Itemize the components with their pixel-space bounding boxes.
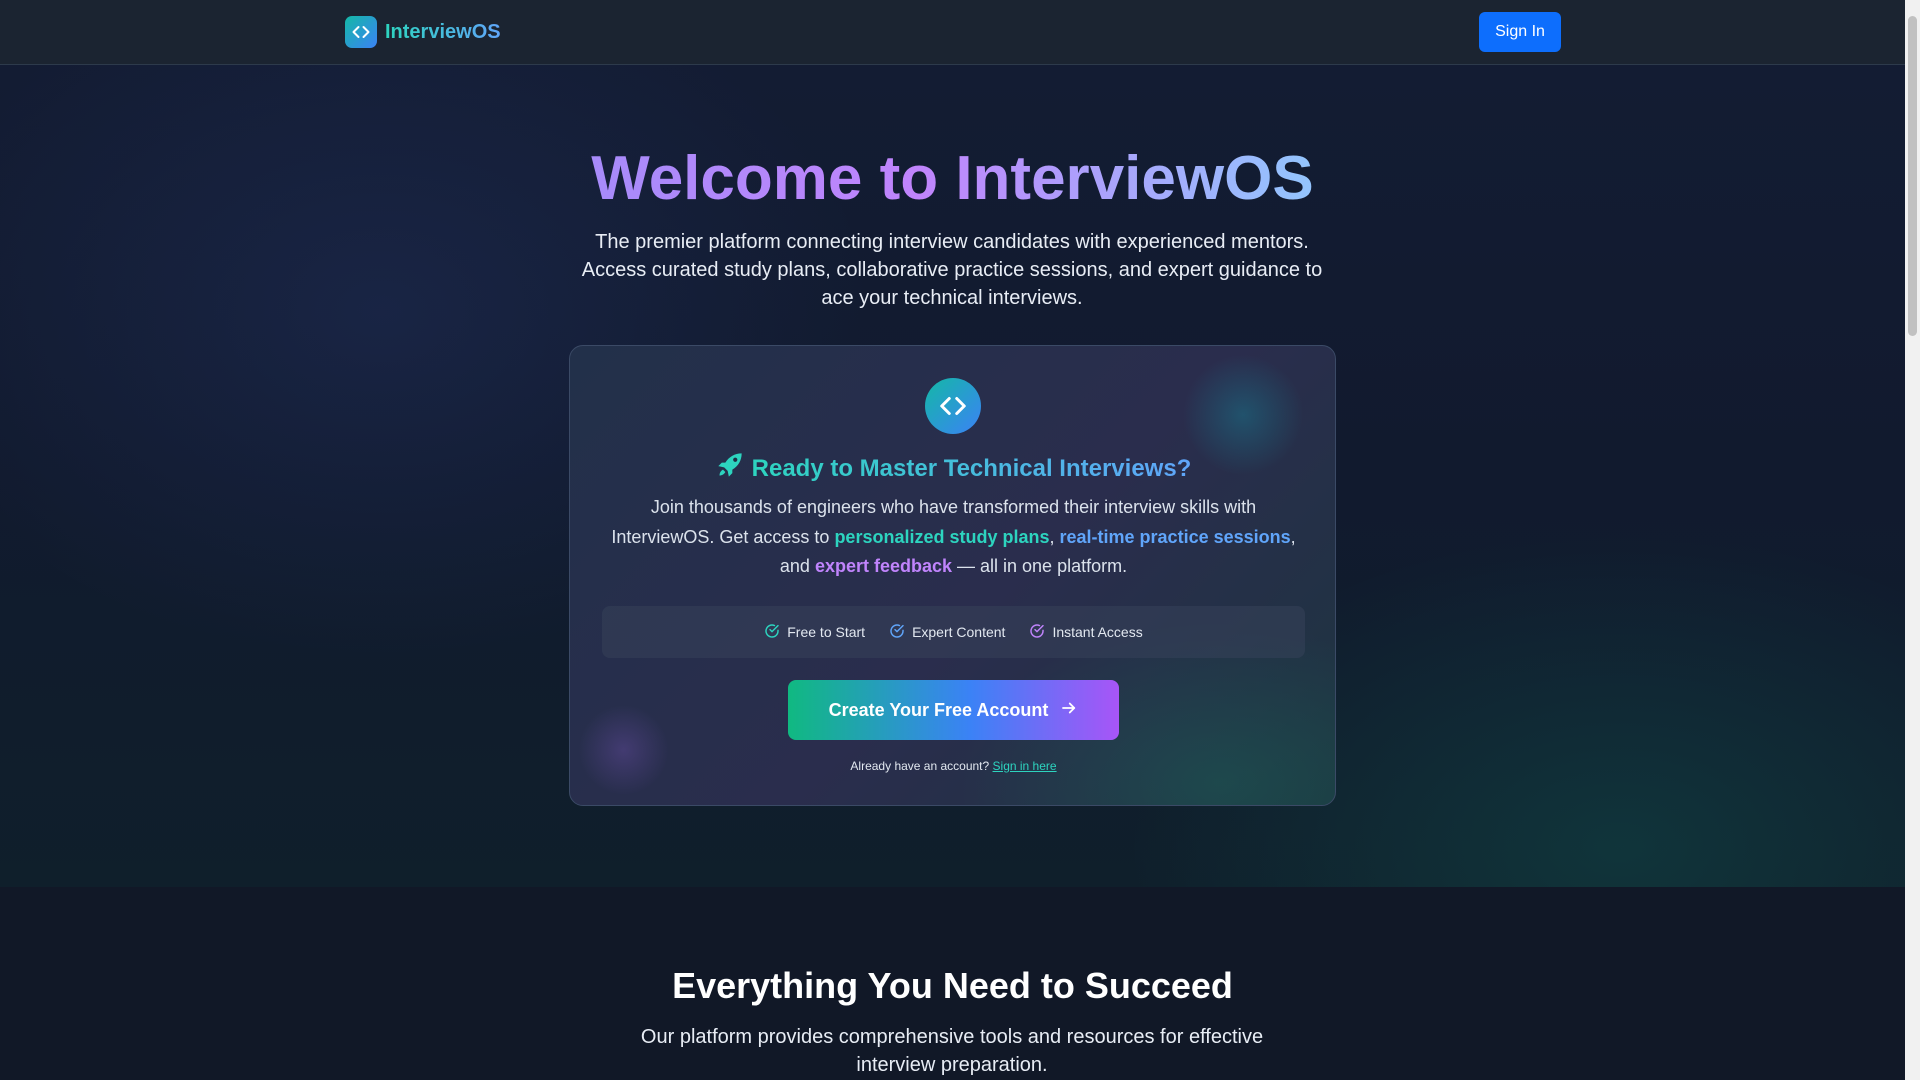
code-brackets-icon <box>345 16 377 48</box>
feature-item: Instant Access <box>1029 623 1143 642</box>
features-subtitle: Our platform provides comprehensive tool… <box>640 1026 1264 1076</box>
signin-prompt: Already have an account? Sign in here <box>570 759 1335 773</box>
card-heading-text: Ready to Master Technical Interviews? <box>751 455 1192 482</box>
page-scrollbar[interactable] <box>1905 0 1920 1080</box>
feature-label: Instant Access <box>1052 624 1143 640</box>
feature-label: Expert Content <box>912 624 1006 640</box>
hero-title-text: Welcome to InterviewOS <box>591 144 1314 213</box>
card-desc-text: — all in one platform. <box>952 556 1128 576</box>
check-circle-icon <box>764 623 780 642</box>
navbar: InterviewOS Sign In <box>0 0 1905 65</box>
navbar-inner: InterviewOS Sign In <box>345 0 1561 64</box>
features-section: Everything You Need to Succeed Our platf… <box>0 887 1905 1080</box>
sign-in-button[interactable]: Sign In <box>1479 12 1561 52</box>
signin-prompt-text: Already have an account? <box>850 759 990 773</box>
check-circle-icon <box>1029 623 1045 642</box>
check-circle-icon <box>889 623 905 642</box>
card-desc-separator: , <box>1049 526 1060 547</box>
page: InterviewOS Sign In Welcome to Interview… <box>0 0 1905 1080</box>
code-brackets-icon <box>925 378 981 434</box>
highlight-practice-sessions: real-time practice sessions <box>1059 526 1291 547</box>
feature-label: Free to Start <box>787 624 866 640</box>
create-account-button[interactable]: Create Your Free Account <box>788 680 1119 740</box>
brand-link[interactable]: InterviewOS <box>345 16 501 48</box>
features-title: Everything You Need to Succeed <box>672 965 1233 1006</box>
feature-checklist: Free to Start Expert Content Instant Acc… <box>602 606 1305 658</box>
create-account-label: Create Your Free Account <box>828 699 1049 720</box>
sign-in-link[interactable]: Sign in here <box>993 759 1057 773</box>
hero-title: Welcome to InterviewOS <box>0 141 1905 217</box>
highlight-study-plans: personalized study plans <box>834 526 1050 547</box>
rocket-icon <box>716 451 744 487</box>
card-description: Join thousands of engineers who have tra… <box>602 493 1305 582</box>
hero-section: Welcome to InterviewOS The premier platf… <box>0 65 1905 887</box>
hero-subtitle: The premier platform connecting intervie… <box>581 231 1323 309</box>
signup-card: Ready to Master Technical Interviews? Jo… <box>569 345 1336 806</box>
brand-name: InterviewOS <box>385 20 501 43</box>
highlight-expert-feedback: expert feedback <box>814 556 953 576</box>
card-heading: Ready to Master Technical Interviews? <box>570 451 1335 487</box>
feature-item: Expert Content <box>889 623 1005 642</box>
arrow-right-icon <box>1060 699 1078 722</box>
scrollbar-thumb[interactable] <box>1908 16 1917 336</box>
feature-item: Free to Start <box>764 623 865 642</box>
